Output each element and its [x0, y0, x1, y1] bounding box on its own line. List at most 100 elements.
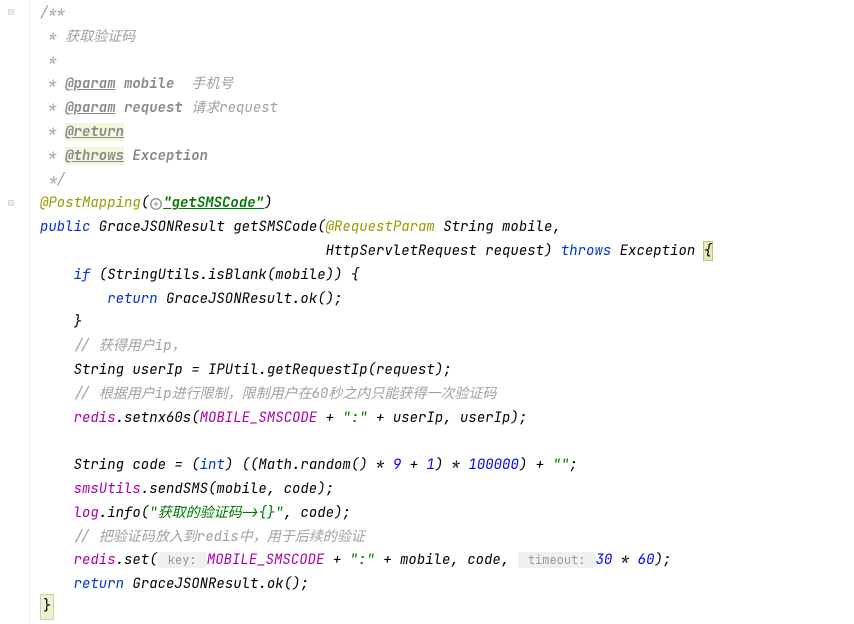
indent [40, 266, 74, 284]
indent [40, 528, 74, 546]
code-line[interactable]: redis.setnx60s(MOBILE_SMSCODE + ":" + us… [40, 407, 854, 431]
javadoc-text: * [40, 52, 57, 70]
operator: + [324, 551, 349, 569]
code-line[interactable]: public GraceJSONResult getSMSCode(@Reque… [40, 216, 854, 240]
code-line[interactable]: smsUtils.sendSMS(mobile, code); [40, 478, 854, 502]
keyword-int: int [200, 456, 225, 474]
code-line[interactable]: @PostMapping( "getSMSCode") [40, 192, 854, 216]
indent [40, 575, 74, 593]
number-literal: 60 [638, 551, 655, 569]
operator: ) * [435, 456, 469, 474]
javadoc-text: * [40, 123, 65, 141]
paren: ) [264, 194, 272, 212]
string-literal: "获取的验证码->{}" [149, 504, 283, 522]
code-line[interactable]: * 获取验证码 [40, 26, 854, 50]
indent [40, 385, 74, 403]
method-ok: ok [267, 575, 284, 593]
comment-text: // 获得用户ip， [74, 337, 186, 355]
javadoc-throws-exception: Exception [124, 147, 208, 165]
indent [40, 504, 74, 522]
field-redis: redis [74, 551, 116, 569]
code-line[interactable]: log.info("获取的验证码->{}", code); [40, 502, 854, 526]
fold-marker-icon[interactable]: ⊟ [8, 3, 14, 20]
operator: + [401, 456, 426, 474]
fold-indicator[interactable]: } [40, 594, 54, 620]
param-name: mobile [502, 218, 552, 236]
code-text: GraceJSONResult. [124, 575, 267, 593]
code-line[interactable]: String userIp = IPUtil.getRequestIp(requ… [40, 359, 854, 383]
param-type: String [435, 218, 502, 236]
code-line[interactable]: if (StringUtils.isBlank(mobile)) { [40, 264, 854, 288]
code-text: (); [284, 575, 309, 593]
comment-text: // 根据用户ip进行限制，限制用户在60秒之内只能获得一次验证码 [74, 385, 497, 403]
code-line[interactable]: * @param request 请求request [40, 97, 854, 121]
annotation-name: @PostMapping [40, 194, 141, 212]
link-icon [149, 197, 163, 211]
code-line[interactable]: */ [40, 169, 854, 193]
number-literal: 30 [596, 551, 613, 569]
code-text: (StringUtils. [90, 266, 208, 284]
code-text: GraceJSONResult. [158, 290, 301, 308]
indent [40, 313, 74, 331]
code-text: ); [654, 551, 671, 569]
paren: ( [317, 218, 325, 236]
code-line[interactable]: * [40, 50, 854, 74]
keyword-return: return [107, 290, 157, 308]
code-line[interactable]: * @return [40, 121, 854, 145]
constant-mobile-smscode: MOBILE_SMSCODE [200, 409, 318, 427]
code-text: .info( [99, 504, 149, 522]
param-name: request [485, 242, 544, 260]
method-random: random [300, 456, 350, 474]
number-literal: 1 [426, 456, 434, 474]
number-literal: 9 [393, 456, 401, 474]
keyword-throws: throws [561, 242, 611, 260]
code-text: ) ((Math. [225, 456, 301, 474]
indent [40, 551, 74, 569]
javadoc-param-name: mobile [116, 75, 192, 93]
code-line[interactable]: * @throws Exception [40, 145, 854, 169]
javadoc-param-desc: 手机号 [191, 75, 233, 93]
code-line[interactable]: /** [40, 2, 854, 26]
code-line[interactable]: HttpServletRequest request) throws Excep… [40, 240, 854, 264]
javadoc-param-name: request [116, 99, 192, 117]
keyword-if: if [74, 266, 91, 284]
string-literal: "getSMSCode" [163, 194, 264, 212]
code-line[interactable]: // 把验证码放入到redis中，用于后续的验证 [40, 526, 854, 550]
code-line[interactable]: redis.set( key: MOBILE_SMSCODE + ":" + m… [40, 549, 854, 573]
javadoc-open: /** [40, 4, 65, 22]
code-line[interactable]: } [40, 311, 854, 335]
parameter-hint-key: key: [158, 552, 207, 568]
code-line[interactable] [40, 430, 854, 454]
javadoc-param-tag: @param [65, 99, 115, 117]
code-text: (request); [368, 361, 452, 379]
method-isblank: isBlank [208, 266, 267, 284]
javadoc-text: * 获取验证码 [40, 28, 135, 46]
code-line[interactable]: return GraceJSONResult.ok(); [40, 573, 854, 597]
code-text: (mobile)) { [267, 266, 359, 284]
number-literal: 100000 [468, 456, 518, 474]
code-text: String userIp = IPUtil. [74, 361, 267, 379]
method-getrequestip: getRequestIp [267, 361, 368, 379]
indent [40, 480, 74, 498]
code-line[interactable]: * @param mobile 手机号 [40, 73, 854, 97]
paren: ( [141, 194, 149, 212]
comma: , [552, 218, 560, 236]
code-text: () * [351, 456, 393, 474]
code-editor[interactable]: /** * 获取验证码 * * @param mobile 手机号 * @par… [0, 0, 854, 597]
fold-marker-icon[interactable]: ⊟ [8, 194, 14, 211]
paren: ) [544, 242, 561, 260]
field-redis: redis [74, 409, 116, 427]
javadoc-throws-tag: @throws [65, 147, 124, 165]
comment-text: // 把验证码放入到redis中，用于后续的验证 [74, 528, 365, 546]
code-line[interactable]: // 获得用户ip， [40, 335, 854, 359]
code-line[interactable]: return GraceJSONResult.ok(); [40, 288, 854, 312]
indent [40, 456, 74, 474]
code-text: ) + [519, 456, 553, 474]
javadoc-text: * [40, 99, 65, 117]
code-line[interactable]: String code = (int) ((Math.random() * 9 … [40, 454, 854, 478]
code-line[interactable]: // 根据用户ip进行限制，限制用户在60秒之内只能获得一次验证码 [40, 383, 854, 407]
javadoc-param-desc: 请求request [191, 99, 278, 117]
keyword-return: return [74, 575, 124, 593]
param-type: HttpServletRequest [326, 242, 486, 260]
indent [40, 409, 74, 427]
